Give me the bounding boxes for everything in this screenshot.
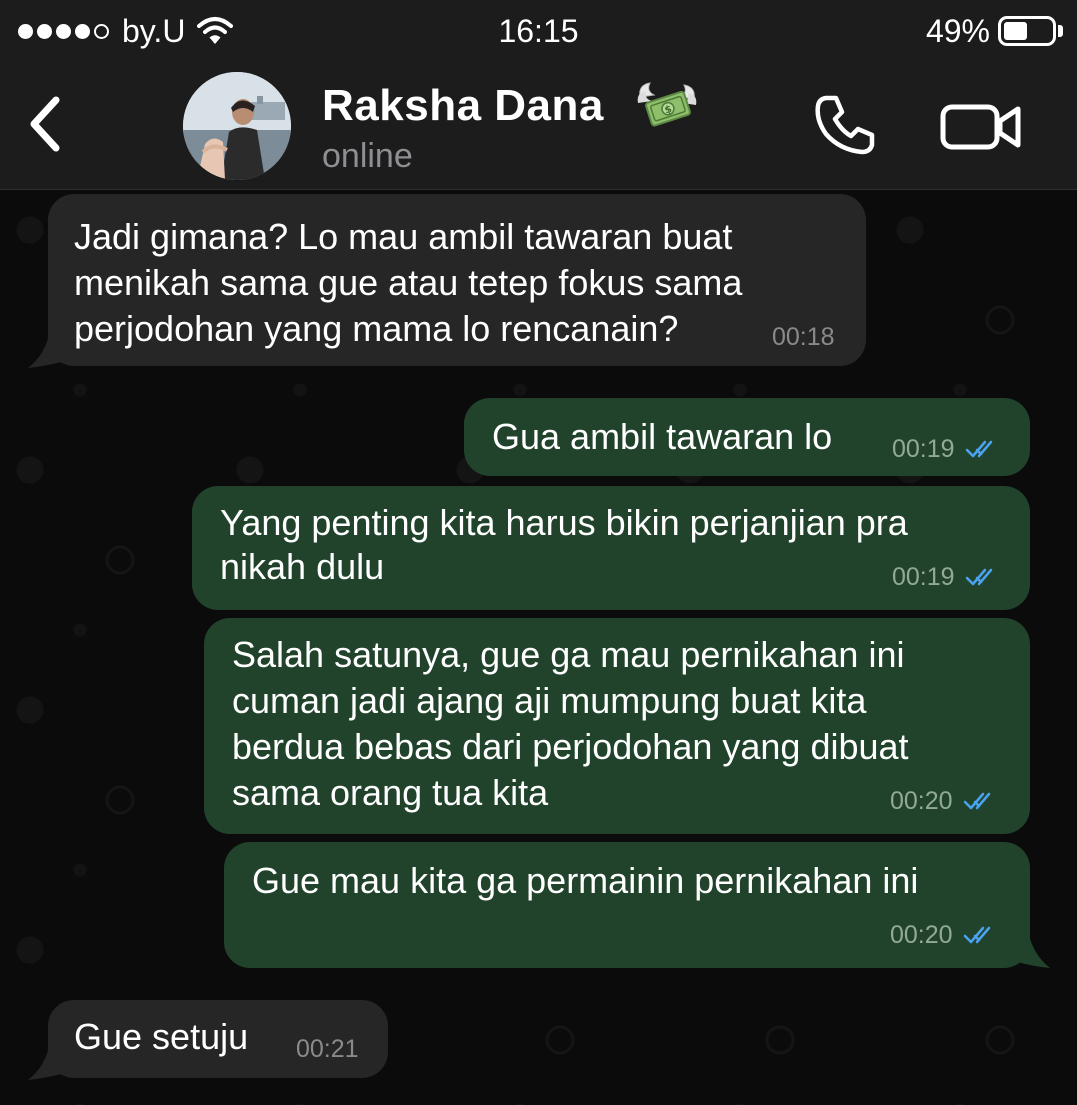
message-time: 00:19 bbox=[892, 435, 955, 463]
money-with-wings-icon: $ bbox=[637, 82, 697, 127]
message-text-line: Yang penting kita harus bikin perjanjian… bbox=[220, 502, 908, 543]
battery-icon bbox=[998, 16, 1056, 46]
message-text-line: Gua ambil tawaran lo bbox=[492, 416, 833, 457]
message-bubble-outgoing[interactable]: Gue mau kita ga permainin pernikahan ini… bbox=[224, 842, 1050, 968]
battery-percentage: 49% bbox=[925, 13, 990, 49]
status-right: 49% bbox=[926, 12, 1063, 50]
chat-screen: by.U 16:15 49% Raksha Dana $ online Jadi… bbox=[0, 0, 1077, 1105]
message-time: 00:20 bbox=[890, 787, 953, 815]
double-check-icon bbox=[963, 926, 990, 944]
contact-status: online bbox=[322, 137, 413, 175]
message-time: 00:21 bbox=[296, 1035, 359, 1063]
message-meta: 00:19 bbox=[892, 434, 1001, 464]
message-text-line: Gue mau kita ga permainin pernikahan ini bbox=[252, 860, 919, 901]
battery-level-fill bbox=[1004, 22, 1027, 40]
message-meta: 00:21 bbox=[296, 1034, 359, 1064]
message-time: 00:20 bbox=[890, 921, 953, 949]
message-bubble-incoming[interactable]: Gue setuju 00:21 bbox=[28, 1000, 388, 1080]
battery-tip bbox=[1058, 25, 1063, 37]
message-text-line: nikah dulu bbox=[220, 546, 385, 587]
bubble-tail bbox=[28, 1042, 68, 1080]
message-text-line: Salah satunya, gue ga mau pernikahan ini bbox=[232, 634, 905, 675]
avatar-photo bbox=[183, 72, 291, 180]
message-text-line: Jadi gimana? Lo mau ambil tawaran buat bbox=[74, 216, 733, 257]
message-bubble-incoming[interactable]: Jadi gimana? Lo mau ambil tawaran buat m… bbox=[28, 194, 866, 368]
double-check-icon bbox=[965, 440, 992, 458]
double-check-icon bbox=[963, 792, 990, 810]
message-list[interactable]: Jadi gimana? Lo mau ambil tawaran buat m… bbox=[0, 190, 1077, 1105]
message-meta: 00:20 bbox=[890, 920, 999, 950]
video-camera-icon[interactable] bbox=[940, 102, 1022, 152]
message-text-line: menikah sama gue atau tetep fokus sama bbox=[74, 262, 743, 303]
message-text-line: berdua bebas dari perjodohan yang dibuat bbox=[232, 726, 909, 767]
status-bar: by.U 16:15 49% bbox=[0, 0, 1077, 62]
message-meta: 00:20 bbox=[890, 786, 999, 816]
double-check-icon bbox=[965, 568, 992, 586]
bubble-tail bbox=[28, 330, 68, 368]
message-bubble-outgoing[interactable]: Salah satunya, gue ga mau pernikahan ini… bbox=[204, 618, 1030, 834]
message-text-line: Gue setuju bbox=[74, 1016, 249, 1057]
message-time: 00:19 bbox=[892, 563, 955, 591]
bubble-tail bbox=[1010, 930, 1050, 968]
message-text-line: cuman jadi ajang aji mumpung buat kita bbox=[232, 680, 867, 721]
message-text-line: perjodohan yang mama lo rencanain? bbox=[74, 308, 679, 349]
contact-name[interactable]: Raksha Dana bbox=[322, 80, 604, 132]
message-meta: 00:19 bbox=[892, 562, 1001, 592]
contact-avatar[interactable] bbox=[183, 72, 291, 180]
message-text-line: sama orang tua kita bbox=[232, 772, 549, 813]
phone-icon[interactable] bbox=[812, 92, 878, 158]
back-chevron-icon[interactable] bbox=[24, 92, 68, 156]
message-time: 00:18 bbox=[772, 323, 835, 351]
status-time: 16:15 bbox=[498, 13, 579, 49]
message-bubble-outgoing[interactable]: Yang penting kita harus bikin perjanjian… bbox=[192, 486, 1030, 610]
message-bubble-outgoing[interactable]: Gua ambil tawaran lo 00:19 bbox=[464, 398, 1030, 476]
message-meta: 00:18 bbox=[772, 322, 835, 352]
chat-header: Raksha Dana $ online bbox=[0, 62, 1077, 190]
